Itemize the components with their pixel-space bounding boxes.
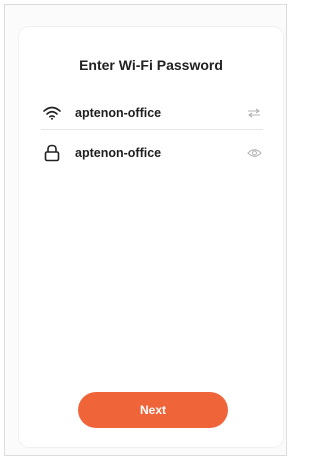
switch-network-icon[interactable] xyxy=(245,104,263,122)
device-frame: Enter Wi-Fi Password aptenon-office apte… xyxy=(4,4,287,456)
password-field[interactable]: aptenon-office xyxy=(41,137,263,169)
wifi-network-row[interactable]: aptenon-office xyxy=(41,97,263,130)
wifi-ssid-label: aptenon-office xyxy=(75,106,162,120)
next-button[interactable]: Next xyxy=(78,392,228,428)
eye-icon[interactable] xyxy=(245,144,263,162)
lock-icon xyxy=(41,142,63,164)
page-title: Enter Wi-Fi Password xyxy=(79,57,223,73)
wifi-icon xyxy=(41,102,63,124)
wifi-password-card: Enter Wi-Fi Password aptenon-office apte… xyxy=(19,27,283,447)
password-value[interactable]: aptenon-office xyxy=(75,146,245,160)
